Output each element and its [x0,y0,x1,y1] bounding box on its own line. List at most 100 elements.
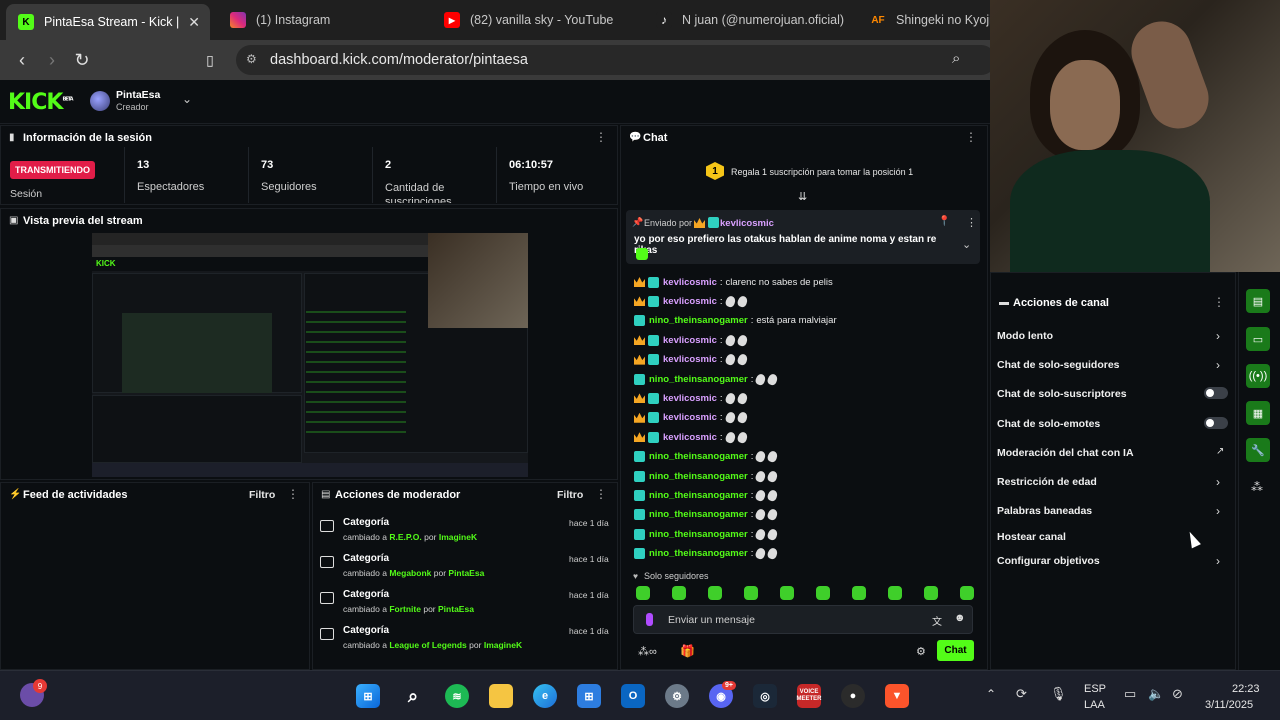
language-indicator[interactable]: ESP [1084,683,1106,695]
chat-input[interactable]: Enviar un mensaje 文 ☻ [633,605,973,634]
channel-action-6[interactable]: Palabras baneadas [997,505,1092,517]
chat-username[interactable]: nino_theinsanogamer [649,509,748,520]
close-icon[interactable]: ✕ [188,14,200,31]
chat-username[interactable]: kevlicosmic [663,296,717,307]
forward-icon[interactable]: › [40,48,64,72]
more-icon[interactable]: ⋮ [965,130,977,144]
edge-icon[interactable]: e [533,684,557,708]
chevron-right-icon[interactable]: › [1216,504,1220,518]
network-icon[interactable]: ▭ [1124,686,1136,702]
user-link[interactable]: ImagineK [484,640,522,650]
clock-time[interactable]: 22:23 [1232,683,1260,695]
quick-emote-icon[interactable] [924,586,938,600]
quick-emote-icon[interactable] [960,586,974,600]
bookmark-icon[interactable]: ▯ [198,48,222,72]
translate-icon[interactable]: 文 [932,613,942,628]
filter-button[interactable]: Filtro [557,489,583,501]
chat-username[interactable]: nino_theinsanogamer [649,471,748,482]
quick-emote-icon[interactable] [672,586,686,600]
more-icon[interactable]: ⋮ [1213,295,1225,309]
channel-action-7[interactable]: Hostear canal [997,531,1066,543]
chevron-down-icon[interactable]: ⌄ [182,92,192,106]
tab-anime[interactable]: AF Shingeki no Kyojin [870,6,990,34]
category-link[interactable]: Fortnite [389,604,421,614]
chat-username[interactable]: kevlicosmic [663,393,717,404]
chat-username[interactable]: nino_theinsanogamer [649,451,748,462]
clock-date[interactable]: 3/11/2025 [1205,699,1253,711]
chat-username[interactable]: kevlicosmic [663,335,717,346]
settings-icon[interactable]: ⚙ [916,645,926,658]
brave-icon[interactable]: ▼ [885,684,909,708]
tab-youtube[interactable]: ▶ (82) vanilla sky - YouTube [444,6,634,34]
layout-icon[interactable]: ▦ [1246,401,1270,425]
points-icon[interactable]: ⁂∞ [638,645,657,658]
wrench-icon[interactable]: 🔧 [1246,438,1270,462]
tab-instagram[interactable]: (1) Instagram [230,6,420,34]
broadcast-icon[interactable]: ((•)) [1246,364,1270,388]
gift-icon[interactable]: 🎁 [680,644,695,658]
channel-action-2[interactable]: Chat de solo-suscriptores [997,388,1127,400]
back-icon[interactable]: ‹ [10,48,34,72]
chat-username[interactable]: kevlicosmic [663,412,717,423]
more-icon[interactable]: ⋮ [595,487,607,501]
user-link[interactable]: PintaEsa [448,568,484,578]
quick-emote-icon[interactable] [852,586,866,600]
channel-action-8[interactable]: Configurar objetivos [997,555,1100,567]
toggle-switch[interactable] [1204,387,1228,399]
chevron-right-icon[interactable]: › [1216,475,1220,489]
quick-emote-icon[interactable] [636,586,650,600]
more-icon[interactable]: ⋮ [287,487,299,501]
user-link[interactable]: ImagineK [439,532,477,542]
channel-action-4[interactable]: Moderación del chat con IA [997,447,1134,459]
tab-tiktok[interactable]: ♪ N juan (@numerojuan.oficial) [656,6,846,34]
quick-emote-icon[interactable] [780,586,794,600]
start-icon[interactable]: ⊞ [356,684,380,708]
quick-emote-icon[interactable] [744,586,758,600]
volume-icon[interactable]: 🔈 [1148,686,1164,702]
stream-preview[interactable]: KICK [92,233,528,477]
search-icon[interactable]: ⌕ [952,50,960,67]
category-link[interactable]: R.E.P.O. [389,532,421,542]
filter-button[interactable]: Filtro [249,489,275,501]
voicemeeter-icon[interactable]: VOICE MEETER [797,684,822,708]
chat-icon[interactable]: ▭ [1246,327,1270,351]
mic-icon[interactable] [646,613,653,626]
tab-kick[interactable]: K PintaEsa Stream - Kick | ✕ [6,4,210,40]
send-chat-button[interactable]: Chat [937,640,974,661]
gift-leaderboard-text[interactable]: Regala 1 suscripción para tomar la posic… [731,167,913,177]
chat-username[interactable]: kevlicosmic [663,354,717,365]
quick-emote-icon[interactable] [888,586,902,600]
chat-username[interactable]: kevlicosmic [663,432,717,443]
reload-icon[interactable]: ↻ [70,48,94,72]
chat-username[interactable]: nino_theinsanogamer [649,548,748,559]
chevron-up-icon[interactable]: ⌃ [986,687,996,701]
category-link[interactable]: League of Legends [389,640,466,650]
sync-icon[interactable]: ⟳ [1016,686,1027,702]
more-icon[interactable]: ⋮ [966,216,977,229]
chat-username[interactable]: nino_theinsanogamer [649,490,748,501]
pinned-user[interactable]: kevlicosmic [720,218,774,229]
url-bar[interactable]: ⚙ dashboard.kick.com/moderator/pintaesa … [236,45,996,75]
chat-username[interactable]: nino_theinsanogamer [649,374,748,385]
channel-action-1[interactable]: Chat de solo-seguidores [997,359,1120,371]
obs-icon[interactable]: ● [841,684,865,708]
more-icon[interactable]: ⋮ [595,130,607,144]
battery-icon[interactable]: ⊘ [1172,686,1183,702]
emoji-icon[interactable]: ☻ [954,612,966,624]
kick-logo[interactable]: KICKBETA [8,90,74,115]
outlook-icon[interactable]: O [621,684,645,708]
quick-emote-icon[interactable] [708,586,722,600]
settings-icon[interactable]: ⚙ [665,684,689,708]
pin-icon[interactable]: 📍 [938,216,950,227]
mic-icon[interactable]: 🎙 [1050,686,1067,702]
channel-action-0[interactable]: Modo lento [997,330,1053,342]
chevron-right-icon[interactable]: › [1216,554,1220,568]
file-explorer-icon[interactable] [489,684,513,708]
avatar[interactable] [90,91,110,111]
toggle-switch[interactable] [1204,417,1228,429]
chevron-right-icon[interactable]: › [1216,358,1220,372]
link-icon[interactable]: ⁂ [1251,480,1263,494]
chevron-down-icon[interactable]: ⌄ [962,238,971,251]
chevron-right-icon[interactable]: › [1216,329,1220,343]
document-icon[interactable]: ▤ [1246,289,1270,313]
